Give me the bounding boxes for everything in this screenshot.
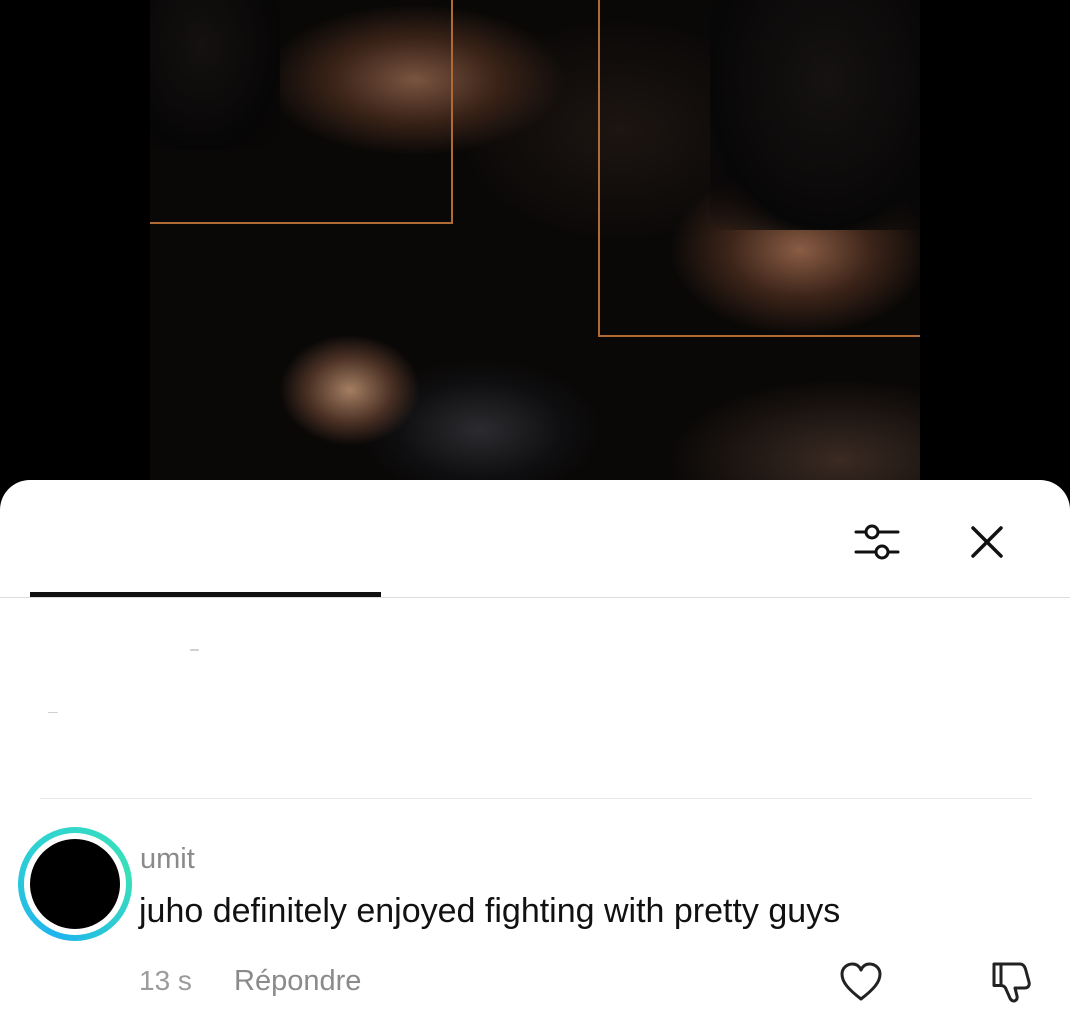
tab-divider (0, 597, 1070, 598)
close-icon (971, 526, 1003, 558)
faint-mark (48, 712, 58, 713)
photo-frame-right (598, 0, 920, 337)
post-photo (150, 0, 920, 500)
comments-sheet: umit juho definitely enjoyed fighting wi… (0, 480, 1070, 1017)
photo-frame-left (150, 0, 453, 224)
comment-username[interactable]: umit (140, 842, 195, 876)
close-button[interactable] (962, 520, 1012, 564)
comment-divider (40, 798, 1032, 799)
avatar-image (30, 839, 120, 929)
media-viewer[interactable] (0, 0, 1070, 500)
comment-text: juho definitely enjoyed fighting with pr… (139, 892, 841, 930)
dislike-button[interactable] (986, 958, 1034, 1004)
filter-button[interactable] (852, 520, 902, 564)
comments-sheet-header (0, 480, 1070, 598)
comment-timestamp: 13 s (139, 965, 192, 996)
like-button[interactable] (838, 960, 884, 1004)
reply-button[interactable]: Répondre (234, 964, 361, 998)
faint-mark (190, 649, 199, 651)
avatar[interactable] (18, 827, 132, 941)
heart-outline-icon (840, 962, 882, 1001)
avatar-ring-gap (24, 833, 126, 935)
sliders-icon (854, 524, 900, 560)
thumbs-down-icon (992, 962, 1031, 1003)
